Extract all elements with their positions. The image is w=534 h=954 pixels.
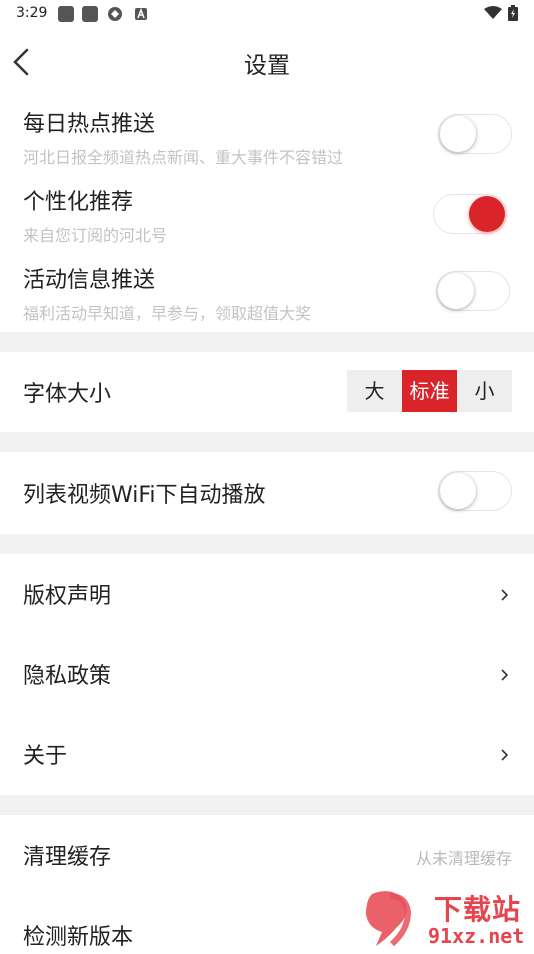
chevron-right-icon <box>501 749 509 761</box>
setting-subtitle: 河北日报全频道热点新闻、重大事件不容错过 <box>23 148 344 167</box>
link-privacy[interactable]: 隐私政策 <box>0 634 534 714</box>
font-size-small[interactable]: 小 <box>457 370 512 412</box>
toggle-knob <box>440 473 476 509</box>
personalized-toggle[interactable] <box>433 194 507 234</box>
setting-subtitle: 来自您订阅的河北号 <box>23 226 168 245</box>
section-divider <box>0 534 534 554</box>
setting-title: 个性化推荐 <box>23 190 134 215</box>
setting-title: 清理缓存 <box>23 845 112 870</box>
cache-status: 从未清理缓存 <box>415 849 512 868</box>
link-label: 隐私政策 <box>23 664 112 689</box>
link-copyright[interactable]: 版权声明 <box>0 554 534 634</box>
activity-push-toggle[interactable] <box>436 271 510 311</box>
wifi-icon <box>484 6 502 19</box>
link-about[interactable]: 关于 <box>0 714 534 794</box>
notification-icon <box>82 6 98 22</box>
notification-icon <box>58 6 74 22</box>
status-right <box>484 5 518 21</box>
chevron-right-icon <box>501 589 509 601</box>
setting-video-autoplay: 列表视频WiFi下自动播放 <box>0 452 534 534</box>
status-bar: 3:29 <box>0 0 534 28</box>
watermark-logo: 下载站 91xz.net <box>362 888 534 950</box>
setting-activity-push: 活动信息推送 福利活动早知道，早参与，领取超值大奖 <box>0 254 534 332</box>
font-size-selector: 大 标准 小 <box>347 370 512 412</box>
toggle-knob <box>440 116 476 152</box>
setting-title: 列表视频WiFi下自动播放 <box>23 483 266 508</box>
chevron-right-icon <box>501 669 509 681</box>
setting-subtitle: 福利活动早知道，早参与，领取超值大奖 <box>23 304 312 323</box>
setting-title: 每日热点推送 <box>23 112 156 137</box>
setting-personalized: 个性化推荐 来自您订阅的河北号 <box>0 176 534 254</box>
setting-clear-cache[interactable]: 清理缓存 从未清理缓存 <box>0 815 534 895</box>
toggle-knob <box>438 273 474 309</box>
font-size-large[interactable]: 大 <box>347 370 402 412</box>
app-a-icon <box>135 7 147 20</box>
daily-hot-push-toggle[interactable] <box>438 114 512 154</box>
video-autoplay-toggle[interactable] <box>438 471 512 511</box>
setting-daily-hot-push: 每日热点推送 河北日报全频道热点新闻、重大事件不容错过 <box>0 98 534 176</box>
sync-icon <box>108 7 122 21</box>
link-label: 关于 <box>23 744 68 769</box>
section-divider <box>0 332 534 352</box>
section-divider <box>0 795 534 815</box>
setting-title: 活动信息推送 <box>23 268 156 293</box>
header: 设置 <box>0 28 534 94</box>
battery-icon <box>508 5 518 21</box>
toggle-knob <box>469 196 505 232</box>
watermark-url: 91xz.net <box>428 924 525 948</box>
page-title: 设置 <box>244 53 290 79</box>
font-size-standard[interactable]: 标准 <box>402 370 457 412</box>
setting-font-size: 字体大小 大 标准 小 <box>0 352 534 432</box>
status-time: 3:29 <box>16 5 48 21</box>
setting-title: 字体大小 <box>23 382 112 407</box>
link-label: 版权声明 <box>23 584 112 609</box>
section-divider <box>0 432 534 452</box>
setting-title: 检测新版本 <box>23 925 134 950</box>
watermark-text: 下载站 <box>434 893 522 926</box>
